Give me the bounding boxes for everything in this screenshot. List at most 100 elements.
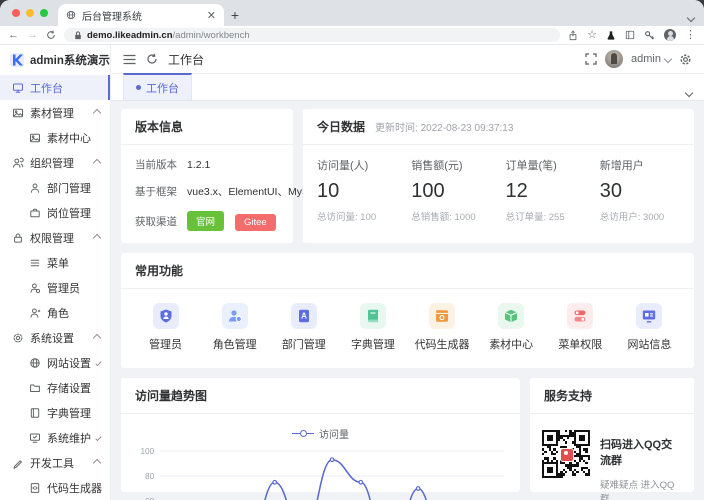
sidebar-item[interactable]: 代码生成器 — [0, 475, 110, 500]
stat-value: 12 — [505, 180, 528, 202]
browser-menu-dots-icon[interactable]: ⋮ — [685, 29, 696, 41]
browser-profile-avatar[interactable] — [664, 29, 676, 41]
new-tab-button[interactable]: + — [224, 4, 246, 26]
feature-item[interactable]: 管理员 — [131, 303, 200, 352]
minimize-window-icon[interactable] — [26, 9, 34, 17]
image-icon — [29, 132, 41, 144]
zoom-window-icon[interactable] — [40, 9, 48, 17]
stat-value: 10 — [317, 180, 340, 202]
bookmark-star-icon[interactable]: ☆ — [587, 29, 597, 41]
sidebar-item-label: 素材中心 — [47, 132, 91, 145]
chevron-up-icon — [92, 108, 102, 117]
feature-item[interactable]: 代码生成器 — [408, 303, 477, 352]
admin-shield-icon — [152, 303, 179, 329]
briefcase-icon — [29, 207, 41, 219]
url-domain: demo.likeadmin.cn — [87, 29, 173, 41]
features-card-title: 常用功能 — [135, 264, 184, 278]
password-key-icon[interactable] — [644, 30, 655, 41]
sidebar-item-label: 组织管理 — [30, 157, 74, 170]
book-icon — [29, 407, 41, 419]
chevron-up-icon — [92, 458, 102, 467]
refresh-icon[interactable] — [146, 53, 158, 65]
reload-icon[interactable] — [46, 30, 56, 40]
tab-options-chevron-icon[interactable] — [684, 83, 694, 101]
address-bar[interactable]: demo.likeadmin.cn/admin/workbench — [64, 28, 561, 42]
sidebar-item-label: 菜单 — [47, 257, 69, 270]
feature-item[interactable]: 角色管理 — [200, 303, 269, 352]
tab-label: 工作台 — [146, 82, 179, 95]
chevron-down-icon — [663, 54, 673, 64]
user-dropdown[interactable]: admin — [631, 53, 673, 65]
feature-label: 网站信息 — [627, 339, 672, 351]
stat-total: 总订单量: 255 — [505, 212, 565, 223]
feature-item[interactable]: A 部门管理 — [269, 303, 338, 352]
sidebar-item[interactable]: 岗位管理 — [0, 200, 110, 225]
stat-item: 访问量(人) 10 总访问量: 100 — [317, 157, 411, 223]
svg-text:100: 100 — [140, 446, 154, 456]
back-icon[interactable]: ← — [8, 29, 19, 41]
updated-time: 更新时间: 2022-08-23 09:37:13 — [375, 123, 514, 134]
settings-gear-icon[interactable] — [679, 53, 692, 66]
sidebar-item[interactable]: 素材中心 — [0, 125, 110, 150]
feature-item[interactable]: 网站信息 — [615, 303, 684, 352]
stat-value: 100 — [411, 180, 445, 202]
lock-icon — [74, 30, 82, 40]
sidebar-item[interactable]: 管理员 — [0, 275, 110, 300]
sidebar-item-label: 权限管理 — [30, 232, 74, 245]
gitee-button[interactable]: Gitee — [234, 214, 276, 231]
stat-item: 新增用户 30 总访用户: 3000 — [600, 157, 694, 223]
extension-flask-icon[interactable] — [606, 30, 616, 41]
list-icon — [29, 257, 41, 269]
sidebar-item[interactable]: 网站设置 — [0, 350, 110, 375]
browser-tab[interactable]: 后台管理系统 ✕ — [58, 4, 224, 26]
sidebar-item[interactable]: 系统设置 — [0, 325, 110, 350]
collapse-menu-icon[interactable] — [123, 54, 136, 65]
sidebar-item-label: 角色 — [47, 307, 69, 320]
chevron-up-icon — [92, 233, 102, 242]
sidebar-item[interactable]: 菜单 — [0, 250, 110, 275]
browser-window: 后台管理系统 ✕ + ← → demo.likeadmin.cn/admin/w… — [0, 0, 704, 500]
share-icon[interactable] — [568, 29, 578, 41]
today-data-card: 今日数据 更新时间: 2022-08-23 09:37:13 访问量(人) 10… — [303, 109, 694, 243]
feature-item[interactable]: 菜单权限 — [546, 303, 615, 352]
tab-workbench[interactable]: 工作台 — [123, 73, 192, 100]
window-controls[interactable] — [0, 0, 58, 26]
sidebar-item-label: 岗位管理 — [47, 207, 91, 220]
version-card: 版本信息 当前版本 1.2.1 基于框架 vue3.x、ElementUI、My… — [121, 109, 323, 243]
workbench-content: 版本信息 当前版本 1.2.1 基于框架 vue3.x、ElementUI、My… — [111, 101, 704, 500]
fullscreen-icon[interactable] — [585, 53, 597, 65]
sidebar-item[interactable]: 开发工具 — [0, 450, 110, 475]
sidebar-item[interactable]: 工作台 — [0, 75, 110, 100]
tab-close-icon[interactable]: ✕ — [207, 9, 216, 22]
sidebar-item[interactable]: 组织管理 — [0, 150, 110, 175]
user-avatar[interactable] — [605, 50, 624, 68]
gear-icon — [12, 332, 24, 344]
official-site-button[interactable]: 官网 — [187, 211, 225, 231]
tab-search-chevron-icon[interactable] — [686, 8, 696, 26]
code-icon — [29, 482, 41, 494]
sidebar-item[interactable]: 部门管理 — [0, 175, 110, 200]
sidebar-item[interactable]: 系统维护 — [0, 425, 110, 450]
site-info-icon — [636, 303, 663, 329]
feature-item[interactable]: 素材中心 — [477, 303, 546, 352]
sidebar-item[interactable]: 存储设置 — [0, 375, 110, 400]
version-row: 当前版本 1.2.1 — [135, 158, 211, 172]
chevron-up-icon — [92, 158, 102, 167]
sidebar-item[interactable]: 字典管理 — [0, 400, 110, 425]
close-window-icon[interactable] — [12, 9, 20, 17]
svg-text:A: A — [301, 312, 307, 321]
visits-line-chart: 100806040200 — [131, 443, 510, 500]
lock-icon — [12, 232, 24, 244]
browser-toolbar: ← → demo.likeadmin.cn/admin/workbench ☆ — [0, 26, 704, 45]
reading-mode-icon[interactable] — [625, 30, 635, 40]
feature-label: 字典管理 — [350, 339, 395, 351]
legend-item-visits[interactable]: 访问量 — [131, 426, 510, 441]
sidebar-item[interactable]: 角色 — [0, 300, 110, 325]
feature-item[interactable]: 字典管理 — [338, 303, 407, 352]
globe-icon — [66, 10, 76, 20]
stat-total: 总访问量: 100 — [317, 212, 377, 223]
sidebar-item[interactable]: 素材管理 — [0, 100, 110, 125]
sidebar-item[interactable]: 权限管理 — [0, 225, 110, 250]
svg-text:60: 60 — [145, 496, 154, 500]
forward-icon[interactable]: → — [27, 29, 38, 41]
